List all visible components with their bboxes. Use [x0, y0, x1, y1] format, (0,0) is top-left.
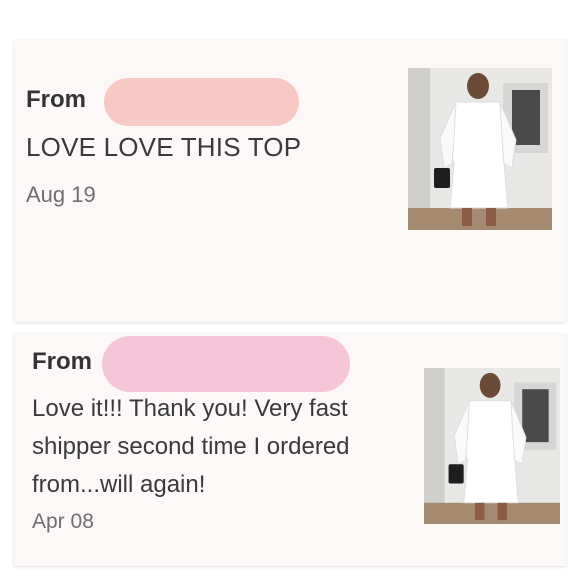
- product-thumbnail[interactable]: [408, 68, 552, 230]
- redacted-username: [104, 78, 299, 126]
- review-date: Aug 19: [26, 182, 96, 207]
- review-message: Love it!!! Thank you! Very fast shipper …: [32, 395, 350, 498]
- review-message: LOVE LOVE THIS TOP: [26, 132, 302, 162]
- redacted-username: [102, 336, 350, 392]
- review-date: Apr 08: [32, 510, 94, 533]
- product-thumbnail[interactable]: [424, 368, 560, 524]
- review-card[interactable]: From LOVE LOVE THIS TOP Aug 19: [14, 40, 566, 322]
- from-label: From: [32, 348, 92, 375]
- review-card[interactable]: From Love it!!! Thank you! Very fast shi…: [14, 334, 566, 566]
- from-label: From: [26, 86, 86, 113]
